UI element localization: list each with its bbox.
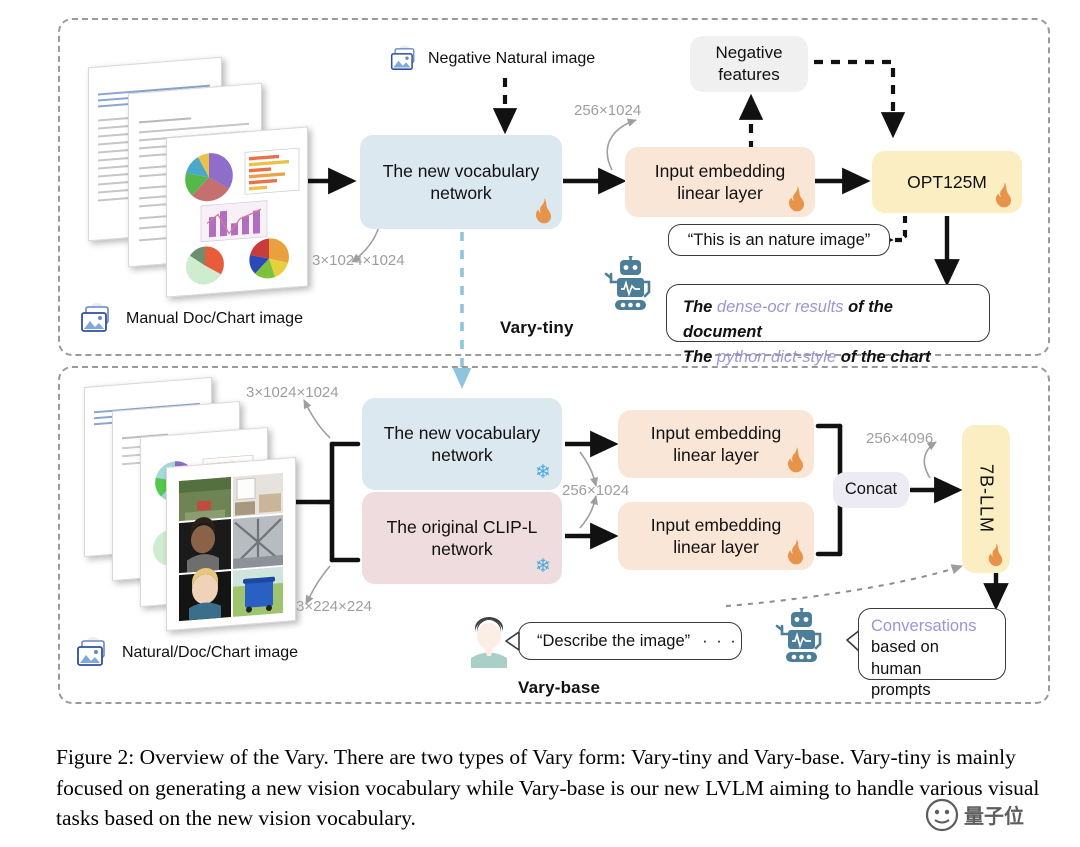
out1-b: dense-ocr results (716, 298, 844, 316)
flame-icon (785, 539, 805, 565)
base-input-embedding-bottom-box[interactable]: Input embedding linear layer (618, 502, 814, 570)
flame-icon (533, 198, 553, 224)
person-icon (466, 616, 512, 673)
conversations-box: Conversations based on human prompts (858, 608, 1006, 699)
nature-image-text: “This is an nature image” (687, 230, 871, 249)
conversations-title: Conversations (871, 617, 977, 635)
tiny-token-dim-label: 256×1024 (574, 102, 642, 119)
original-clip-l-network-box[interactable]: The original CLIP-L network ❄ (362, 492, 562, 584)
out1-a: The (683, 298, 717, 316)
snowflake-icon: ❄ (535, 462, 551, 483)
chart-sheet (166, 126, 308, 298)
nature-image-speech-bubble: “This is an nature image” (668, 224, 890, 256)
base-new-vocabulary-network-box[interactable]: The new vocabulary network ❄ (362, 398, 562, 490)
concat-box[interactable]: Concat (833, 472, 909, 508)
figure-caption: Figure 2: Overview of the Vary. There ar… (56, 745, 1040, 831)
figure-canvas: Vary-tiny Manual Doc/Chart image Negativ… (0, 0, 1080, 720)
opt125m-box[interactable]: OPT125M (872, 151, 1022, 213)
natural-image-sheet (166, 456, 296, 632)
base-embed-top-label: Input embedding linear layer (650, 422, 782, 465)
robot-icon (604, 254, 656, 319)
flame-icon (985, 543, 1005, 569)
robot-icon (775, 606, 827, 671)
base-clip-input-dim: 3×224×224 (296, 598, 372, 615)
svg-text:量子位: 量子位 (964, 804, 1024, 828)
conversations-line-3: prompts (871, 681, 931, 700)
tiny-output-box: The dense-ocr results of the document Th… (666, 284, 990, 366)
opt125m-label: OPT125M (907, 171, 987, 192)
negative-natural-image-label: Negative Natural image (428, 50, 596, 67)
base-vocab-label: The new vocabulary network (383, 422, 541, 465)
watermark-logo: 量子位 (920, 789, 1070, 841)
prompt-ellipsis: · · · (702, 631, 738, 650)
clip-label: The original CLIP-L network (386, 516, 538, 559)
flame-icon (786, 186, 806, 212)
manual-doc-chart-icon (80, 302, 120, 341)
tiny-embed-label: Input embedding linear layer (654, 160, 786, 203)
manual-doc-chart-image-label: Manual Doc/Chart image (126, 310, 303, 327)
out2-c: of the chart (836, 347, 931, 366)
base-vocab-input-dim: 3×1024×1024 (246, 384, 339, 401)
tiny-vocab-label: The new vocabulary network (382, 160, 540, 203)
snowflake-icon: ❄ (535, 556, 551, 577)
tiny-new-vocabulary-network-box[interactable]: The new vocabulary network (360, 135, 562, 229)
describe-image-prompt-bubble: “Describe the image” · · · (518, 622, 742, 660)
7b-llm-box[interactable]: 7B-LLM (962, 425, 1010, 573)
7b-llm-label: 7B-LLM (976, 464, 997, 534)
base-embed-bottom-label: Input embedding linear layer (650, 514, 782, 557)
flame-icon (993, 182, 1013, 208)
negative-natural-image-icon (390, 44, 424, 79)
base-token-dim: 256×1024 (562, 482, 630, 499)
flame-icon (785, 447, 805, 473)
base-concat-dim: 256×4096 (866, 430, 934, 447)
describe-image-text: “Describe the image” (537, 631, 691, 650)
tiny-input-dim-label: 3×1024×1024 (312, 252, 405, 269)
out2-b: python dict-style (716, 347, 837, 366)
natural-doc-chart-image-label: Natural/Doc/Chart image (122, 644, 299, 661)
negative-features-label: Negative features (715, 43, 783, 84)
conversations-line-2: based on human (871, 638, 939, 678)
vary-tiny-label: Vary-tiny (500, 318, 574, 337)
base-input-embedding-top-box[interactable]: Input embedding linear layer (618, 410, 814, 478)
tiny-input-embedding-linear-layer-box[interactable]: Input embedding linear layer (625, 147, 815, 217)
vary-base-label: Vary-base (518, 678, 601, 697)
output-line-1: The dense-ocr results of the document (683, 295, 973, 345)
natural-doc-chart-icon (76, 636, 116, 675)
negative-features-box: Negative features (690, 36, 808, 92)
concat-label: Concat (844, 480, 898, 499)
out2-a: The (683, 347, 717, 366)
